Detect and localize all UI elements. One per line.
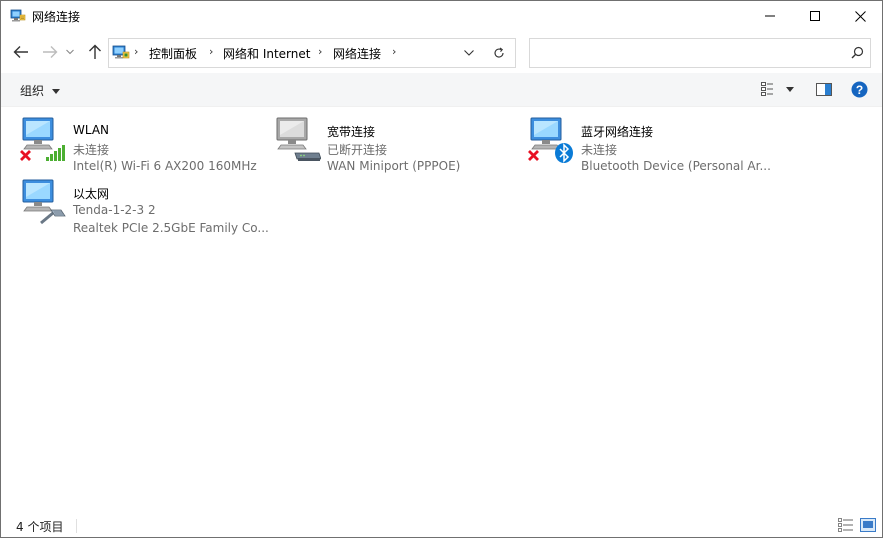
details-view-icon[interactable]: [838, 518, 854, 532]
connection-item-broadband[interactable]: 宽带连接 已断开连接 WAN Miniport (PPPOE): [273, 115, 523, 173]
computer-modem-icon: [276, 117, 321, 161]
search-icon: [851, 46, 864, 59]
breadcrumb-separator-icon: ›: [134, 45, 139, 58]
breadcrumb-separator-icon: ›: [318, 45, 323, 58]
caret-down-icon: [51, 89, 60, 94]
window-title: 网络连接: [32, 10, 81, 24]
refresh-icon: [493, 47, 504, 58]
status-bar: 4 个项目: [1, 513, 882, 537]
computer-ethernet-icon: [22, 179, 66, 225]
recent-locations-button[interactable]: [63, 41, 77, 63]
arrow-up-icon: [89, 44, 101, 59]
svg-text:?: ?: [856, 83, 863, 97]
connection-name: 蓝牙网络连接: [581, 125, 654, 139]
close-icon: [854, 10, 866, 22]
close-button[interactable]: [837, 1, 882, 31]
connection-device: Realtek PCIe 2.5GbE Family Co...: [73, 221, 269, 235]
connection-item-bluetooth[interactable]: 蓝牙网络连接 未连接 Bluetooth Device (Personal Ar…: [527, 115, 777, 173]
command-bar: 组织 ?: [1, 73, 882, 107]
computer-network-icon: [20, 117, 65, 161]
connection-status: 未连接: [581, 143, 618, 157]
breadcrumb-network-connections[interactable]: 网络连接: [333, 45, 381, 62]
organize-label: 组织: [20, 84, 45, 98]
connection-name: 宽带连接: [327, 125, 376, 139]
organize-menu[interactable]: 组织: [20, 82, 60, 99]
item-count: 4 个项目: [16, 520, 64, 534]
connection-status: Tenda-1-2-3 2: [73, 203, 156, 217]
title-bar: 网络连接: [1, 1, 882, 31]
large-icons-view-icon[interactable]: [860, 518, 876, 532]
network-connections-icon: [10, 9, 26, 22]
connection-device: Bluetooth Device (Personal Ar...: [581, 159, 771, 173]
search-box[interactable]: [529, 38, 871, 68]
breadcrumb-control-panel[interactable]: 控制面板: [149, 45, 197, 62]
chevron-down-icon: [66, 49, 74, 55]
network-connections-window: 网络连接 › 控制面板 › 网络和 Internet › 网络连接 › 组织 ?…: [0, 0, 883, 538]
connection-name: 以太网: [73, 187, 110, 201]
refresh-button[interactable]: [482, 38, 516, 68]
view-options-icon[interactable]: [761, 82, 777, 96]
minimize-icon: [765, 15, 775, 17]
connection-status: 已断开连接: [327, 143, 388, 157]
maximize-button[interactable]: [792, 1, 838, 31]
up-button[interactable]: [84, 41, 106, 63]
connection-device: WAN Miniport (PPPOE): [327, 159, 461, 173]
breadcrumb-network-internet[interactable]: 网络和 Internet: [223, 45, 310, 62]
connection-item-wlan[interactable]: WLAN 未连接 Intel(R) Wi-Fi 6 AX200 160MHz: [19, 115, 269, 173]
forward-button[interactable]: [39, 41, 61, 63]
arrow-right-icon: [43, 46, 58, 58]
maximize-icon: [810, 11, 820, 21]
back-button[interactable]: [10, 41, 32, 63]
view-dropdown-icon[interactable]: [786, 87, 794, 92]
connection-item-ethernet[interactable]: 以太网 Tenda-1-2-3 2 Realtek PCIe 2.5GbE Fa…: [19, 177, 269, 235]
breadcrumb-separator-icon: ›: [209, 45, 214, 58]
preview-pane-icon[interactable]: [816, 83, 832, 96]
minimize-button[interactable]: [747, 1, 793, 31]
help-icon[interactable]: ?: [851, 81, 868, 98]
chevron-down-icon: [464, 50, 474, 56]
breadcrumb-separator-icon: ›: [392, 45, 397, 58]
status-divider: [76, 519, 77, 533]
address-history-dropdown[interactable]: [456, 39, 482, 67]
connections-list: WLAN 未连接 Intel(R) Wi-Fi 6 AX200 160MHz 宽…: [1, 107, 882, 507]
arrow-left-icon: [13, 46, 28, 58]
control-panel-icon: [112, 45, 130, 59]
connection-status: 未连接: [73, 143, 110, 157]
connection-device: Intel(R) Wi-Fi 6 AX200 160MHz: [73, 159, 257, 173]
address-bar[interactable]: › 控制面板 › 网络和 Internet › 网络连接 ›: [108, 38, 483, 68]
address-row: › 控制面板 › 网络和 Internet › 网络连接 ›: [1, 31, 882, 73]
computer-bluetooth-icon: [528, 117, 573, 163]
connection-name: WLAN: [73, 123, 110, 137]
